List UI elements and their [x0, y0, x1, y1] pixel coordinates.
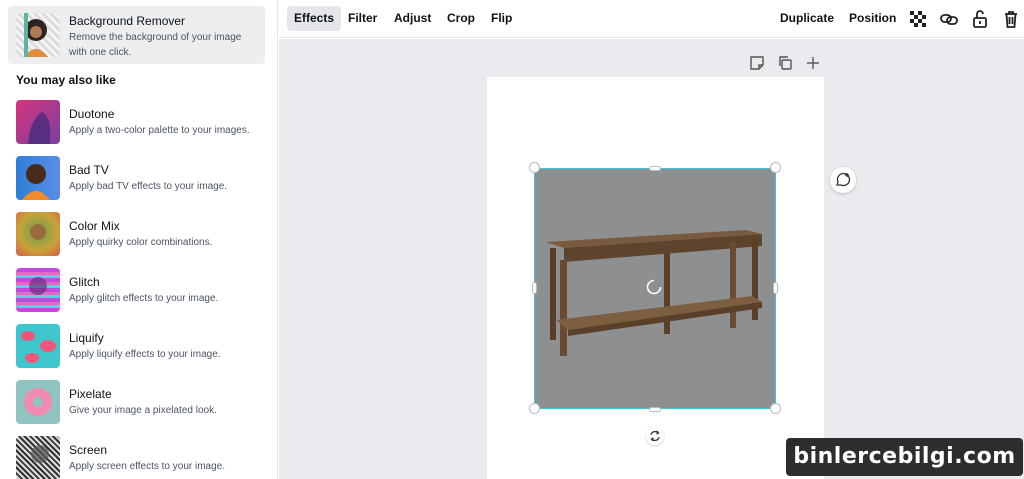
glitch-thumbnail	[16, 268, 60, 312]
effect-desc: Apply a two-color palette to your images…	[69, 125, 250, 136]
background-remover-desc-line2: with one click.	[69, 47, 132, 58]
background-remover-desc-line1: Remove the background of your image	[69, 32, 242, 43]
effect-desc: Apply liquify effects to your image.	[69, 349, 221, 360]
watermark-text: binlercebilgi.com	[793, 444, 1016, 469]
resize-handle-top[interactable]	[649, 166, 661, 171]
adjust-button[interactable]: Adjust	[387, 6, 438, 31]
rotate-handle-icon[interactable]	[646, 427, 664, 445]
loading-spinner-icon	[646, 279, 662, 295]
duotone-thumbnail	[16, 100, 60, 144]
effect-color-mix[interactable]: Color Mix Apply quirky color combination…	[8, 212, 270, 260]
bad-tv-thumbnail	[16, 156, 60, 200]
effect-pixelate[interactable]: Pixelate Give your image a pixelated loo…	[8, 380, 270, 428]
duplicate-page-icon[interactable]	[777, 55, 793, 71]
effect-title: Glitch	[69, 275, 100, 289]
effect-desc: Apply bad TV effects to your image.	[69, 181, 228, 192]
section-heading: You may also like	[16, 73, 116, 87]
effects-button[interactable]: Effects	[287, 6, 342, 31]
effect-title: Liquify	[69, 331, 104, 345]
resize-handle-top-right[interactable]	[770, 162, 781, 173]
effect-glitch[interactable]: Glitch Apply glitch effects to your imag…	[8, 268, 270, 316]
liquify-thumbnail	[16, 324, 60, 368]
effect-desc: Give your image a pixelated look.	[69, 405, 217, 416]
resize-handle-left[interactable]	[532, 282, 537, 294]
effect-title: Bad TV	[69, 163, 109, 177]
notes-icon[interactable]	[749, 55, 765, 71]
effect-desc: Apply glitch effects to your image.	[69, 293, 219, 304]
watermark: binlercebilgi.com	[786, 438, 1023, 476]
resize-handle-bottom-left[interactable]	[529, 403, 540, 414]
effect-title: Duotone	[69, 107, 115, 121]
add-comment-icon[interactable]	[830, 167, 856, 193]
resize-handle-bottom[interactable]	[649, 407, 661, 412]
resize-handle-bottom-right[interactable]	[770, 403, 781, 414]
background-remover-title: Background Remover	[69, 14, 186, 28]
effect-liquify[interactable]: Liquify Apply liquify effects to your im…	[8, 324, 270, 372]
duplicate-button[interactable]: Duplicate	[773, 6, 841, 31]
effect-desc: Apply quirky color combinations.	[69, 237, 213, 248]
image-toolbar: Effects Filter Adjust Crop Flip Duplicat…	[279, 0, 1024, 38]
effect-desc: Apply screen effects to your image.	[69, 461, 226, 472]
effect-bad-tv[interactable]: Bad TV Apply bad TV effects to your imag…	[8, 156, 270, 204]
color-mix-thumbnail	[16, 212, 60, 256]
crop-button[interactable]: Crop	[440, 6, 482, 31]
background-remover-thumbnail	[16, 13, 60, 57]
link-icon[interactable]	[938, 8, 960, 30]
background-remover-card[interactable]: Background Remover Remove the background…	[8, 6, 265, 64]
effect-title: Screen	[69, 443, 108, 457]
add-page-icon[interactable]	[805, 55, 821, 71]
transparency-icon[interactable]	[907, 8, 929, 30]
flip-button[interactable]: Flip	[484, 6, 519, 31]
resize-handle-top-left[interactable]	[529, 162, 540, 173]
effect-title: Color Mix	[69, 219, 120, 233]
trash-icon[interactable]	[1000, 8, 1022, 30]
filter-button[interactable]: Filter	[341, 6, 384, 31]
effects-sidebar: Background Remover Remove the background…	[0, 0, 278, 479]
effect-duotone[interactable]: Duotone Apply a two-color palette to you…	[8, 100, 270, 148]
screen-thumbnail	[16, 436, 60, 479]
resize-handle-right[interactable]	[773, 282, 778, 294]
position-button[interactable]: Position	[842, 6, 903, 31]
pixelate-thumbnail	[16, 380, 60, 424]
effect-title: Pixelate	[69, 387, 112, 401]
effect-screen[interactable]: Screen Apply screen effects to your imag…	[8, 436, 270, 479]
unlock-icon[interactable]	[969, 8, 991, 30]
design-workspace	[279, 39, 1024, 479]
